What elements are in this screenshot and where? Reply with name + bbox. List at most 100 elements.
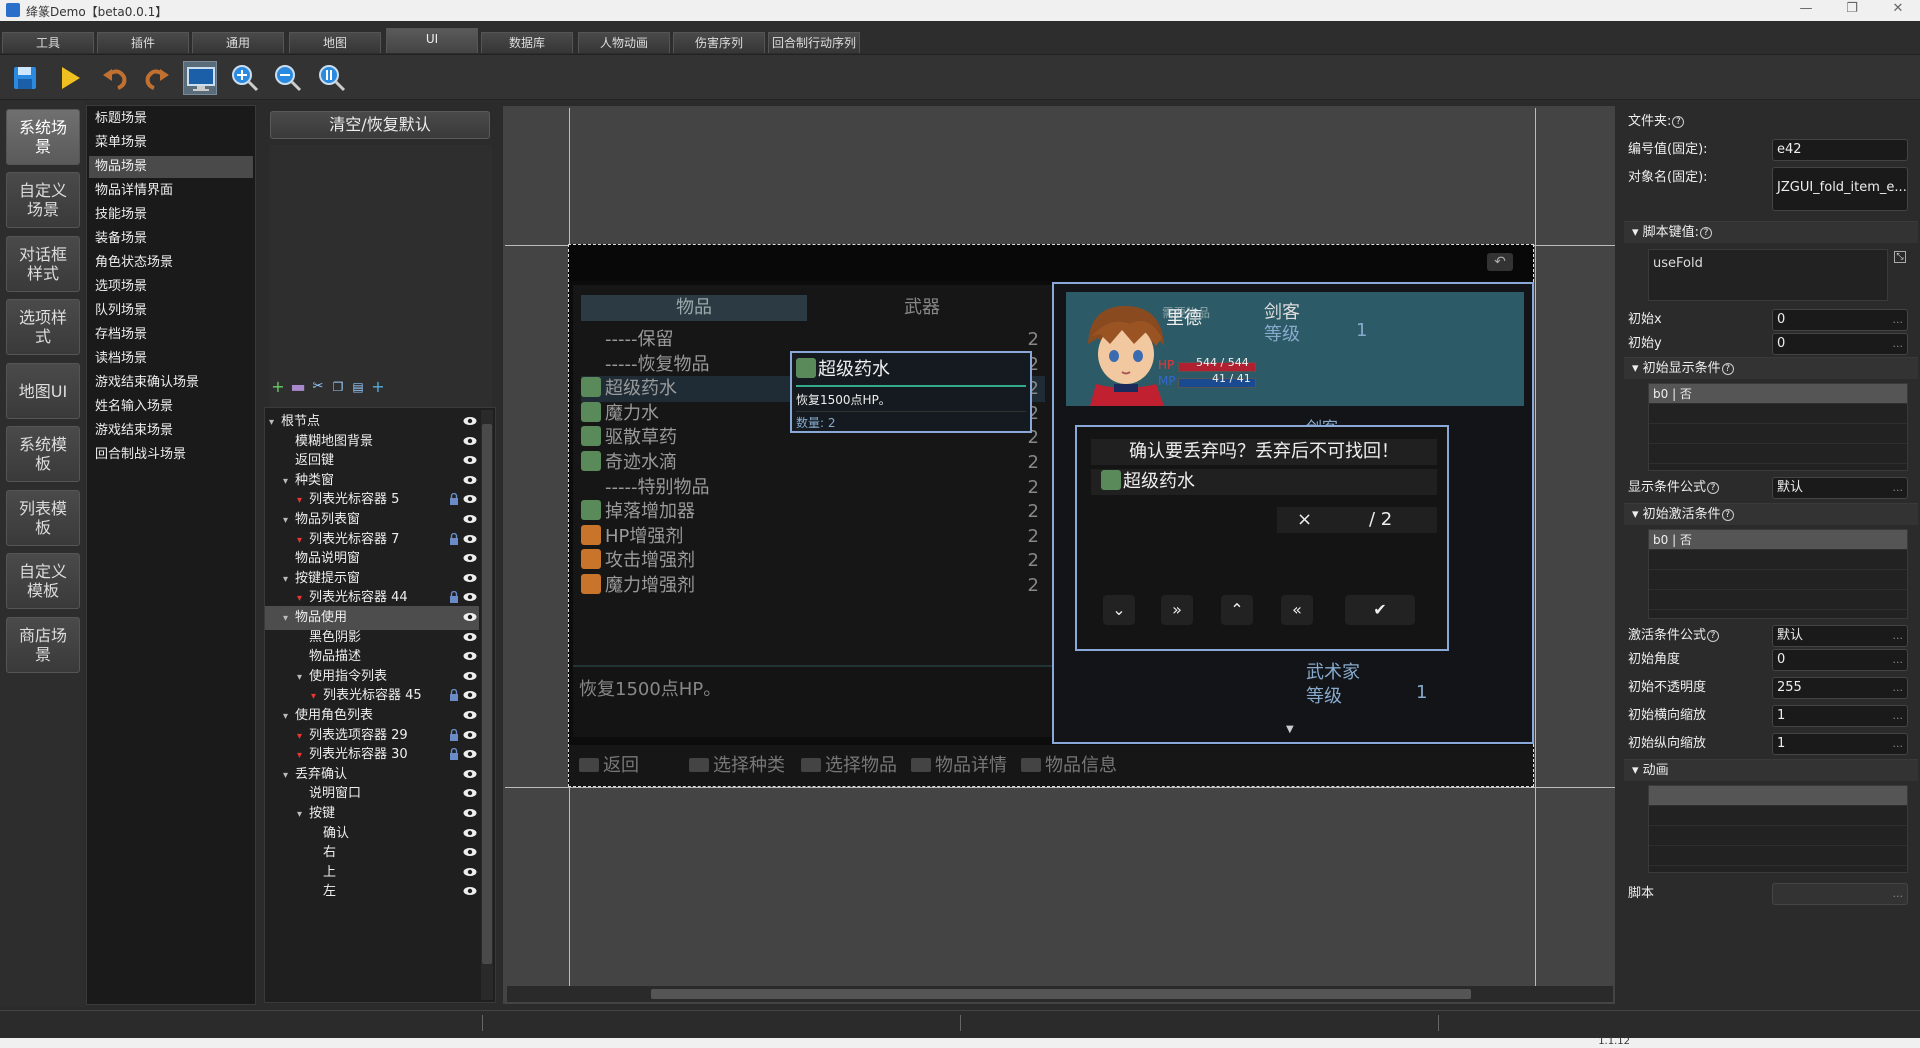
play-icon[interactable] [52, 61, 86, 95]
scaley-field[interactable]: 1... [1772, 733, 1908, 755]
add-icon[interactable]: + [270, 379, 286, 395]
lock-icon[interactable] [449, 493, 459, 506]
active-condition-section[interactable]: ▾ 初始激活条件? [1624, 503, 1918, 525]
script-key-section[interactable]: ▾ 脚本键值:? [1624, 221, 1918, 243]
redo-icon[interactable] [140, 61, 174, 95]
game-item-row[interactable]: 奇迹水滴 2 [581, 450, 1045, 476]
reset-default-button[interactable]: 清空/恢复默认 [270, 111, 490, 139]
scene-item[interactable]: 游戏结束确认场景 [89, 372, 253, 394]
visibility-eye-icon[interactable] [463, 632, 477, 642]
condition-row[interactable]: b0 | 否 [1649, 530, 1907, 550]
tab-common[interactable]: 通用 [192, 32, 284, 53]
scene-item[interactable]: 存档场景 [89, 324, 253, 346]
expand-icon[interactable]: ⤡ [1894, 251, 1906, 263]
condition-row-empty[interactable] [1649, 424, 1907, 444]
condition-row-empty[interactable] [1649, 590, 1907, 610]
game-item-row[interactable]: -----保留 2 [581, 327, 1045, 353]
more-icon[interactable]: ... [1893, 734, 1904, 754]
tab-plugins[interactable]: 插件 [97, 32, 189, 53]
double-chevron-up-icon[interactable]: « [1281, 595, 1313, 625]
angle-field[interactable]: 0... [1772, 649, 1908, 671]
condition-row-empty[interactable] [1649, 550, 1907, 570]
visibility-eye-icon[interactable] [463, 710, 477, 720]
paste-icon[interactable]: ▤ [350, 379, 366, 395]
scene-item[interactable]: 读档场景 [89, 348, 253, 370]
zoom-out-icon[interactable] [271, 61, 305, 95]
nav-dialog-style[interactable]: 对话框样式 [6, 236, 80, 292]
actor-card[interactable]: 需要物品 里德 剑客 等级 1 HP 544 / 544 MP 41 / 41 [1066, 292, 1524, 406]
scene-item[interactable]: 姓名输入场景 [89, 396, 253, 418]
scene-item-active[interactable]: 物品场景 [89, 156, 253, 178]
more-icon[interactable]: ... [1893, 310, 1904, 330]
scrollbar-thumb[interactable] [482, 424, 492, 964]
nav-custom-template[interactable]: 自定义模板 [6, 553, 80, 609]
double-chevron-down-icon[interactable]: » [1161, 595, 1193, 625]
game-item-row[interactable]: 魔力增强剂 2 [581, 573, 1045, 599]
help-icon[interactable]: ? [1721, 509, 1734, 521]
more-icon[interactable]: ... [1893, 334, 1904, 354]
check-icon[interactable]: ✔ [1345, 595, 1415, 625]
game-item-row[interactable]: 掉落增加器 2 [581, 499, 1045, 525]
visibility-eye-icon[interactable] [463, 828, 477, 838]
visibility-eye-icon[interactable] [463, 730, 477, 740]
scalex-field[interactable]: 1... [1772, 705, 1908, 727]
scene-item[interactable]: 技能场景 [89, 204, 253, 226]
condition-row-empty[interactable] [1649, 444, 1907, 464]
nav-system-scene[interactable]: 系统场景 [6, 109, 80, 165]
lock-icon[interactable] [449, 532, 459, 545]
scene-item[interactable]: 队列场景 [89, 300, 253, 322]
condition-row-empty[interactable] [1649, 570, 1907, 590]
help-icon[interactable]: ? [1707, 630, 1720, 642]
help-icon[interactable]: ? [1707, 482, 1720, 494]
lock-icon[interactable] [449, 728, 459, 741]
more-icon[interactable]: ... [1893, 678, 1904, 698]
visibility-eye-icon[interactable] [463, 475, 477, 485]
visibility-eye-icon[interactable] [463, 436, 477, 446]
visibility-eye-icon[interactable] [463, 671, 477, 681]
scene-item[interactable]: 选项场景 [89, 276, 253, 298]
zoom-in-icon[interactable] [228, 61, 262, 95]
tab-database[interactable]: 数据库 [481, 32, 573, 53]
tab-map[interactable]: 地图 [289, 32, 381, 53]
visibility-eye-icon[interactable] [463, 612, 477, 622]
add-child-icon[interactable]: + [370, 379, 386, 395]
nav-custom-scene[interactable]: 自定义场景 [6, 172, 80, 228]
visibility-eye-icon[interactable] [463, 788, 477, 798]
active-formula-field[interactable]: 默认... [1772, 625, 1908, 647]
help-icon[interactable]: ? [1672, 116, 1685, 128]
nav-map-ui[interactable]: 地图UI [6, 363, 80, 419]
help-icon[interactable]: ? [1721, 363, 1734, 375]
visibility-eye-icon[interactable] [463, 690, 477, 700]
nav-list-template[interactable]: 列表模板 [6, 490, 80, 546]
animation-row[interactable] [1649, 846, 1907, 866]
scene-item[interactable]: 角色状态场景 [89, 252, 253, 274]
chevron-up-icon[interactable]: ⌃ [1221, 595, 1253, 625]
game-tab-weapons[interactable]: 武器 [809, 295, 1035, 321]
save-icon[interactable] [8, 61, 42, 95]
help-icon[interactable]: ? [1700, 227, 1713, 239]
game-item-row[interactable]: HP增强剂 2 [581, 524, 1045, 550]
scrollbar-thumb[interactable] [651, 989, 1471, 999]
visibility-eye-icon[interactable] [463, 573, 477, 583]
visibility-eye-icon[interactable] [463, 534, 477, 544]
delete-icon[interactable]: ▬ [290, 379, 306, 395]
scene-item[interactable]: 游戏结束场景 [89, 420, 253, 442]
scene-item[interactable]: 回合制战斗场景 [89, 444, 253, 466]
nav-system-template[interactable]: 系统模板 [6, 426, 80, 482]
quantity-stepper[interactable]: × / 2 [1277, 507, 1437, 533]
animation-row[interactable] [1649, 806, 1907, 826]
animation-row[interactable] [1649, 826, 1907, 846]
copy-icon[interactable]: ❐ [330, 379, 346, 395]
game-tab-items[interactable]: 物品 [581, 295, 807, 321]
scene-item[interactable]: 装备场景 [89, 228, 253, 250]
visibility-eye-icon[interactable] [463, 867, 477, 877]
more-icon[interactable]: ... [1893, 650, 1904, 670]
lock-icon[interactable] [449, 591, 459, 604]
scene-item[interactable]: 菜单场景 [89, 132, 253, 154]
init-x-field[interactable]: 0... [1772, 309, 1908, 331]
opacity-field[interactable]: 255... [1772, 677, 1908, 699]
script-field[interactable]: ... [1772, 883, 1908, 905]
init-y-field[interactable]: 0... [1772, 333, 1908, 355]
show-condition-section[interactable]: ▾ 初始显示条件? [1624, 357, 1918, 379]
scene-item[interactable]: 标题场景 [89, 108, 253, 130]
